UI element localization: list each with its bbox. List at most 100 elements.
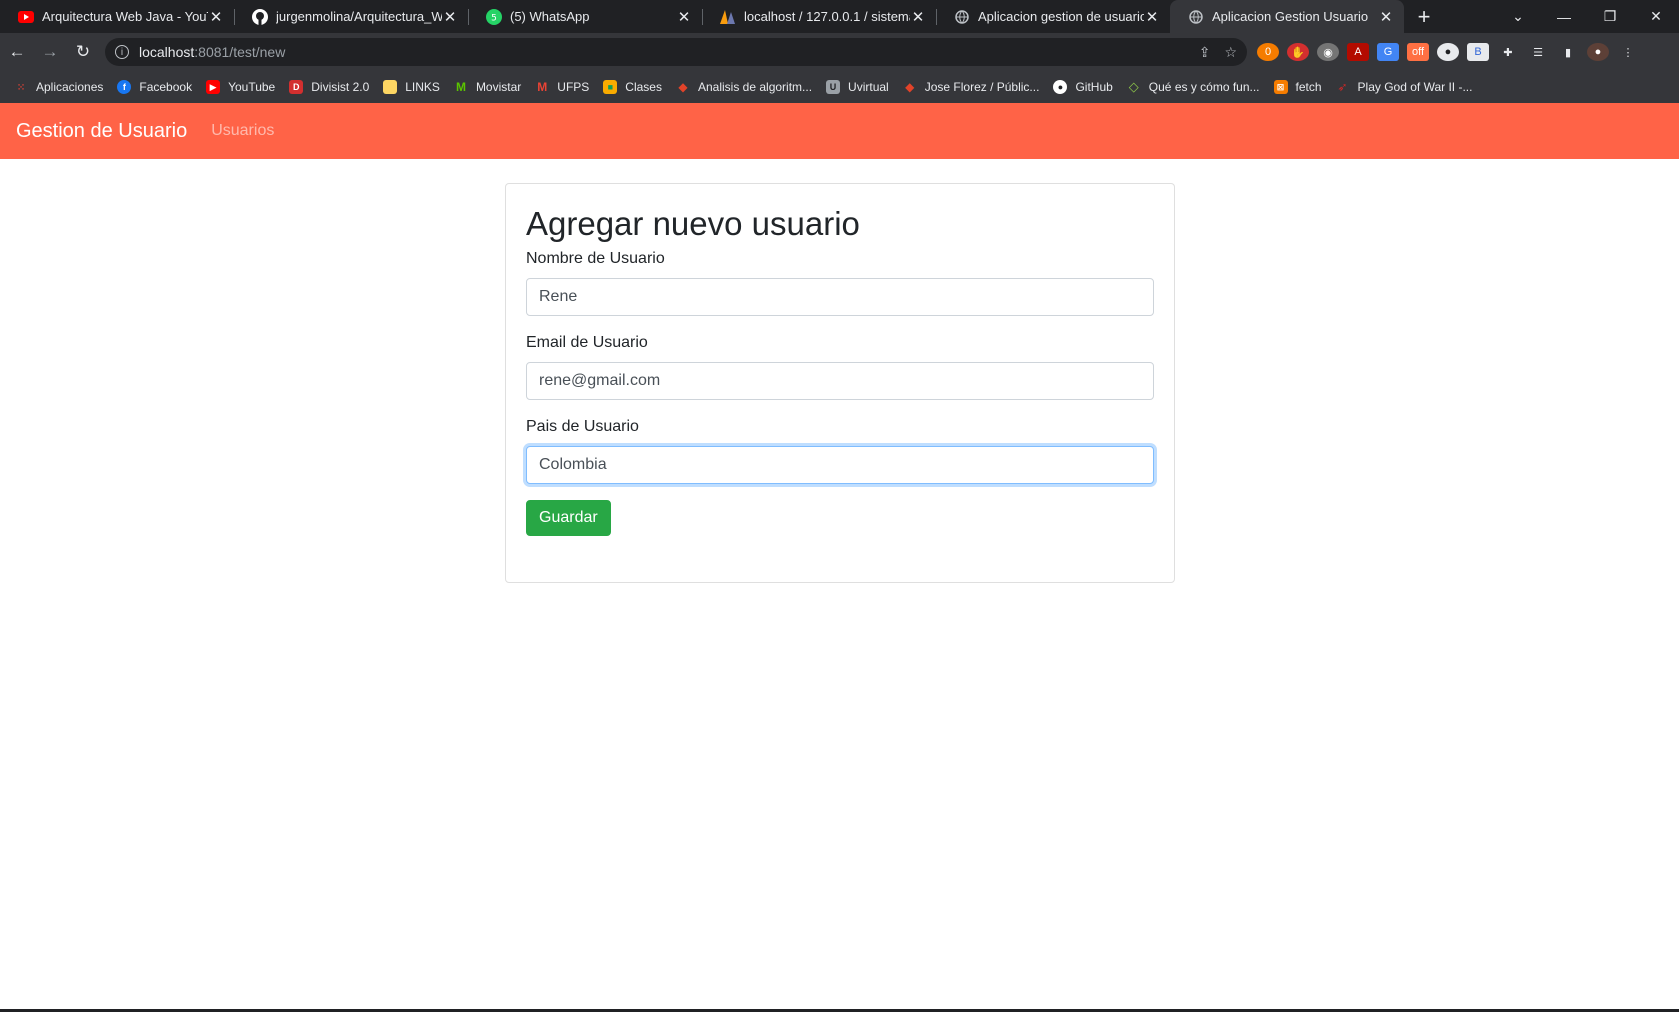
address-bar[interactable]: i localhost:8081/test/new ⇪ ☆ bbox=[105, 38, 1247, 66]
movistar-icon: M bbox=[455, 80, 466, 94]
close-icon[interactable]: ✕ bbox=[208, 8, 224, 26]
bookmark-github[interactable]: ● GitHub bbox=[1053, 80, 1113, 94]
uvirtual-icon: U bbox=[826, 80, 841, 94]
tab-title: (5) WhatsApp bbox=[510, 9, 590, 24]
close-icon[interactable]: ✕ bbox=[442, 8, 458, 26]
github-icon: ● bbox=[1053, 80, 1068, 94]
reload-icon[interactable]: ↻ bbox=[67, 36, 99, 68]
navbar-brand[interactable]: Gestion de Usuario bbox=[16, 120, 187, 143]
window-controls: ⌄ — ❐ ✕ bbox=[1495, 0, 1679, 33]
facebook-icon: f bbox=[117, 80, 132, 94]
whatsapp-icon: 5 bbox=[486, 8, 502, 25]
extension-off-icon[interactable]: off bbox=[1407, 43, 1429, 61]
translate-icon[interactable]: G bbox=[1377, 43, 1399, 61]
god-of-war-icon: ➶ bbox=[1337, 80, 1348, 94]
bookmark-que-es[interactable]: ◇ Qué es y cómo fun... bbox=[1127, 79, 1260, 94]
tab-title: Aplicacion gestion de usuarios bbox=[978, 9, 1144, 24]
close-icon[interactable]: ✕ bbox=[1144, 8, 1160, 26]
phpmyadmin-icon bbox=[720, 9, 736, 25]
extensions-area: 0 ✋ ◉ A G off ● B ✚ ☰ ▮ ● ⋮ bbox=[1253, 43, 1643, 61]
page-title: Agregar nuevo usuario bbox=[526, 205, 860, 242]
divisist-icon: D bbox=[289, 80, 304, 94]
folder-icon bbox=[383, 80, 398, 94]
bookmark-divisist[interactable]: D Divisist 2.0 bbox=[289, 80, 369, 94]
tab-strip: Arquitectura Web Java - YouTube ✕ jurgen… bbox=[0, 0, 1679, 33]
bookmarks-bar: ⁙ Aplicaciones f Facebook ▶ YouTube D Divisi… bbox=[0, 71, 1679, 103]
new-tab-button[interactable]: + bbox=[1404, 0, 1444, 33]
bookmark-facebook[interactable]: f Facebook bbox=[117, 80, 192, 94]
tab-title: jurgenmolina/Arquitectura_Web bbox=[276, 9, 442, 24]
acrobat-icon[interactable]: A bbox=[1347, 43, 1369, 61]
tab-aplicacion-gestion-usuario[interactable]: Aplicacion Gestion Usuario ✕ bbox=[1170, 0, 1404, 33]
bookmark-jose-florez[interactable]: ◆ Jose Florez / Públic... bbox=[903, 80, 1039, 94]
tab-search-icon[interactable]: ⌄ bbox=[1495, 0, 1541, 33]
form-group-name: Nombre de Usuario bbox=[526, 250, 1154, 316]
email-label: Email de Usuario bbox=[526, 333, 648, 351]
url-host: localhost bbox=[139, 44, 195, 60]
save-button[interactable]: Guardar bbox=[526, 499, 611, 536]
close-icon[interactable]: ✕ bbox=[910, 8, 926, 26]
gitlab-icon: ◆ bbox=[905, 80, 915, 94]
bookmark-movistar[interactable]: M Movistar bbox=[454, 80, 521, 94]
nav-link-usuarios[interactable]: Usuarios bbox=[211, 122, 274, 140]
browser-toolbar: ← → ↻ i localhost:8081/test/new ⇪ ☆ 0 ✋ … bbox=[0, 33, 1679, 71]
email-input[interactable] bbox=[526, 361, 1154, 400]
forward-arrow-icon[interactable]: → bbox=[34, 36, 66, 68]
bookmark-god-of-war[interactable]: ➶ Play God of War II -... bbox=[1336, 80, 1473, 94]
country-label: Pais de Usuario bbox=[526, 417, 639, 435]
extension-badge-icon[interactable]: 0 bbox=[1257, 43, 1279, 61]
name-label: Nombre de Usuario bbox=[526, 249, 665, 267]
tab-youtube[interactable]: Arquitectura Web Java - YouTube ✕ bbox=[0, 0, 234, 33]
app-navbar: Gestion de Usuario Usuarios bbox=[0, 103, 1679, 159]
restore-icon[interactable]: ❐ bbox=[1587, 0, 1633, 33]
bookmark-analisis-algoritmos[interactable]: ◆ Analisis de algoritm... bbox=[676, 80, 812, 94]
share-icon[interactable]: ⇪ bbox=[1199, 44, 1211, 61]
country-input[interactable] bbox=[526, 445, 1154, 484]
extension-hand-icon[interactable]: ✋ bbox=[1287, 43, 1309, 61]
site-info-icon[interactable]: i bbox=[115, 45, 129, 59]
tab-title: localhost / 127.0.0.1 / sistema / bbox=[744, 9, 910, 24]
globe-icon bbox=[1188, 9, 1204, 25]
tab-title: Aplicacion Gestion Usuario bbox=[1212, 9, 1369, 24]
media-queue-icon[interactable]: ☰ bbox=[1527, 43, 1549, 61]
bookmark-fetch[interactable]: ⊠ fetch bbox=[1273, 80, 1322, 94]
new-user-card: Agregar nuevo usuario Nombre de Usuario … bbox=[505, 183, 1175, 583]
svg-text:5: 5 bbox=[491, 13, 497, 23]
side-panel-icon[interactable]: ▮ bbox=[1557, 43, 1579, 61]
plus-icon: + bbox=[1417, 3, 1431, 29]
bookmark-links[interactable]: LINKS bbox=[383, 80, 440, 94]
bookmark-aplicaciones[interactable]: ⁙ Aplicaciones bbox=[14, 80, 103, 94]
bookmark-clases[interactable]: ■ Clases bbox=[603, 80, 662, 94]
bookmark-star-icon[interactable]: ☆ bbox=[1224, 44, 1237, 61]
gitlab-icon: ◆ bbox=[678, 80, 688, 94]
minimize-icon[interactable]: — bbox=[1541, 0, 1587, 33]
extension-owl-icon[interactable]: ◉ bbox=[1317, 43, 1339, 61]
tab-github[interactable]: jurgenmolina/Arquitectura_Web ✕ bbox=[234, 0, 468, 33]
puzzle-icon[interactable]: ✚ bbox=[1497, 43, 1519, 61]
close-icon[interactable]: ✕ bbox=[676, 8, 692, 26]
url-path: :8081/test/new bbox=[194, 44, 286, 60]
bookmark-uvirtual[interactable]: U Uvirtual bbox=[826, 80, 889, 94]
bookmark-ufps[interactable]: M UFPS bbox=[535, 80, 589, 94]
close-icon[interactable]: ✕ bbox=[1378, 8, 1394, 26]
tab-whatsapp[interactable]: 5 (5) WhatsApp ✕ bbox=[468, 0, 702, 33]
github-icon bbox=[252, 8, 268, 25]
form-group-country: Pais de Usuario bbox=[526, 418, 1154, 484]
classroom-icon: ■ bbox=[603, 80, 618, 94]
close-window-icon[interactable]: ✕ bbox=[1633, 0, 1679, 33]
extension-b-icon[interactable]: B bbox=[1467, 43, 1489, 61]
youtube-icon bbox=[18, 9, 34, 25]
fetch-icon: ⊠ bbox=[1273, 80, 1288, 94]
globe-icon bbox=[954, 9, 970, 25]
tab-phpmyadmin[interactable]: localhost / 127.0.0.1 / sistema / ✕ bbox=[702, 0, 936, 33]
profile-avatar[interactable]: ● bbox=[1587, 43, 1609, 61]
tab-title: Arquitectura Web Java - YouTube bbox=[42, 9, 208, 24]
menu-kebab-icon[interactable]: ⋮ bbox=[1617, 43, 1639, 61]
extension-circle-icon[interactable]: ● bbox=[1437, 43, 1459, 61]
name-input[interactable] bbox=[526, 277, 1154, 316]
form-group-email: Email de Usuario bbox=[526, 334, 1154, 400]
bookmark-youtube[interactable]: ▶ YouTube bbox=[206, 80, 275, 94]
diamond-icon: ◇ bbox=[1128, 79, 1139, 94]
back-arrow-icon[interactable]: ← bbox=[1, 36, 33, 68]
tab-aplicacion-gestion-usuarios[interactable]: Aplicacion gestion de usuarios ✕ bbox=[936, 0, 1170, 33]
